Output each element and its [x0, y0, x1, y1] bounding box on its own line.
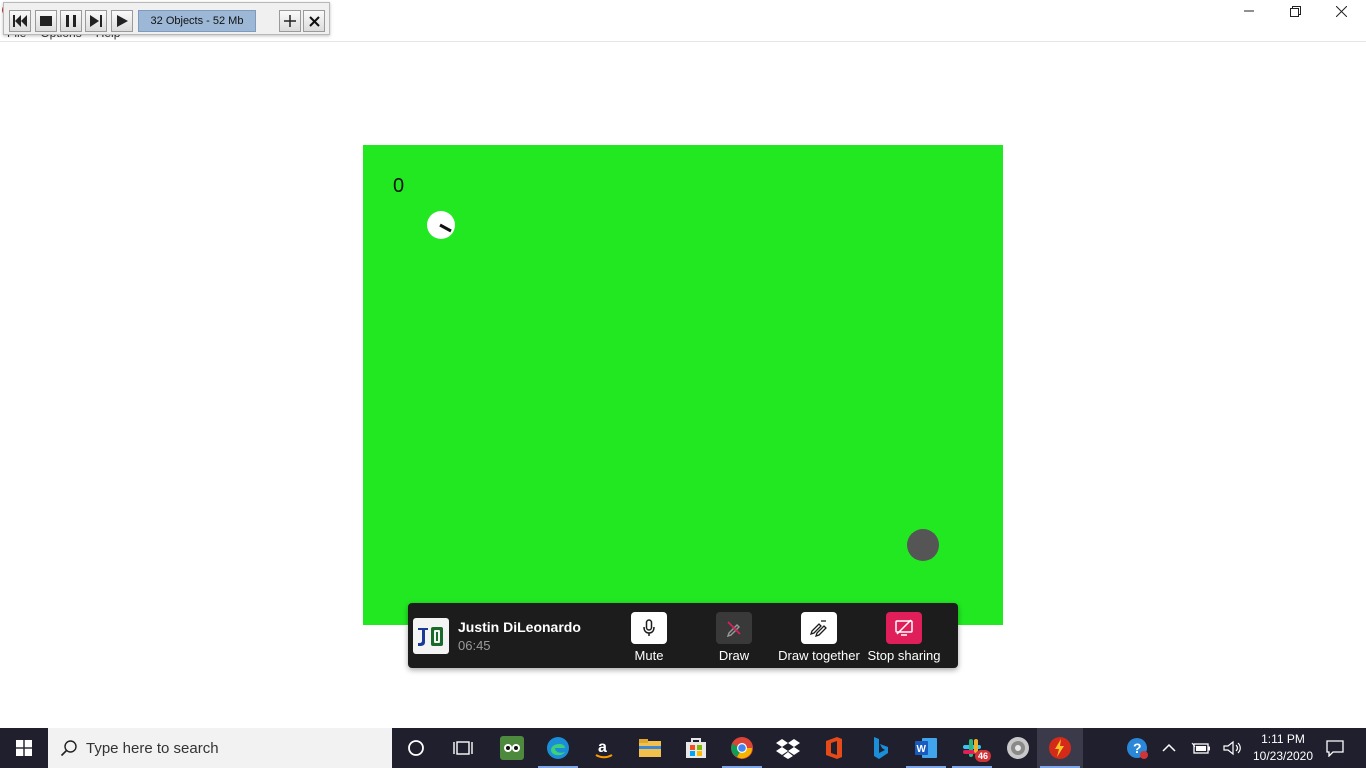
edge-button[interactable]	[535, 728, 581, 768]
player-icon	[427, 211, 455, 239]
microphone-icon	[643, 619, 655, 636]
show-hidden-icons-button[interactable]	[1156, 728, 1182, 768]
tripadvisor-icon	[500, 736, 524, 760]
user-logo-icon	[418, 627, 443, 646]
skip-to-start-button[interactable]	[9, 10, 31, 32]
chrome-icon	[731, 737, 753, 759]
clock-date: 10/23/2020	[1252, 749, 1314, 763]
volume-button[interactable]	[1218, 728, 1248, 768]
app-window: File Options Help 32 Objects - 52	[0, 0, 1366, 728]
taskbar-clock[interactable]: 1:11 PM 10/23/2020	[1252, 731, 1314, 765]
stop-sharing-icon-wrap	[886, 612, 922, 644]
chevron-up-icon	[1162, 743, 1176, 752]
draw-together-button[interactable]: Draw together	[774, 612, 864, 666]
file-explorer-button[interactable]	[627, 728, 673, 768]
start-button[interactable]	[0, 728, 48, 768]
dropbox-icon	[776, 739, 800, 759]
battery-button[interactable]	[1186, 728, 1216, 768]
task-view-button[interactable]	[440, 728, 486, 768]
file-explorer-icon	[639, 739, 661, 757]
recorder-close-button[interactable]	[303, 10, 325, 32]
mute-icon-wrap	[631, 612, 667, 644]
search-icon	[60, 740, 77, 757]
cortana-button[interactable]	[393, 728, 439, 768]
windows-logo-icon	[16, 740, 32, 756]
help-icon: ?	[1127, 738, 1148, 759]
pause-button[interactable]	[60, 10, 82, 32]
battery-icon	[1191, 742, 1210, 754]
draw-button[interactable]: Draw	[689, 612, 779, 666]
mute-label: Mute	[634, 648, 664, 663]
taskbar-search[interactable]	[48, 728, 392, 768]
store-icon	[686, 738, 706, 758]
pencil-off-icon	[726, 621, 741, 637]
minimize-button[interactable]	[1226, 0, 1272, 22]
office-button[interactable]	[811, 728, 857, 768]
amazon-button[interactable]: a	[581, 728, 627, 768]
avatar	[413, 618, 449, 654]
mute-button[interactable]: Mute	[604, 612, 694, 666]
restore-icon	[1289, 5, 1301, 17]
recorder-toolbar: 32 Objects - 52 Mb	[3, 2, 330, 35]
svg-text:a: a	[598, 739, 607, 756]
flash-app-button[interactable]	[1037, 728, 1083, 768]
add-button[interactable]	[279, 10, 301, 32]
action-center-button[interactable]	[1320, 728, 1350, 768]
search-input[interactable]	[86, 739, 366, 757]
draw-together-icon	[809, 620, 827, 637]
amazon-icon: a	[595, 739, 613, 759]
dropbox-button[interactable]	[765, 728, 811, 768]
bing-button[interactable]	[857, 728, 903, 768]
store-button[interactable]	[673, 728, 719, 768]
stop-icon	[40, 16, 52, 26]
task-view-icon	[453, 741, 473, 755]
stop-button[interactable]	[35, 10, 57, 32]
tripadvisor-button[interactable]	[489, 728, 535, 768]
play-button[interactable]	[111, 10, 133, 32]
presenter-name: Justin DiLeonardo	[458, 619, 581, 635]
screen-share-bar: Justin DiLeonardo 06:45 Mute Draw Draw t…	[408, 603, 958, 668]
disk-utility-button[interactable]	[995, 728, 1041, 768]
clock-time: 1:11 PM	[1261, 732, 1305, 746]
bing-icon	[874, 737, 888, 759]
disk-utility-icon	[1007, 737, 1029, 759]
volume-icon	[1223, 740, 1241, 756]
close-button[interactable]	[1318, 0, 1364, 22]
stop-sharing-button[interactable]: Stop sharing	[859, 612, 949, 666]
chrome-button[interactable]	[719, 728, 765, 768]
plus-icon	[284, 15, 296, 27]
help-tray-button[interactable]: ?	[1120, 728, 1154, 768]
screen-off-icon	[895, 619, 913, 636]
play-icon	[117, 15, 128, 27]
close-icon	[308, 15, 320, 27]
recorder-status: 32 Objects - 52 Mb	[138, 10, 256, 32]
skip-to-start-icon	[13, 15, 27, 27]
minimize-icon	[1244, 10, 1254, 12]
restore-button[interactable]	[1272, 0, 1318, 22]
taskbar: a W 46 ? 1:11 PM 10/23/2020	[0, 728, 1366, 768]
draw-icon-wrap	[716, 612, 752, 644]
slack-badge: 46	[974, 750, 991, 762]
share-timer: 06:45	[458, 638, 491, 653]
word-icon: W	[915, 738, 937, 758]
word-button[interactable]: W	[903, 728, 949, 768]
svg-text:W: W	[917, 744, 927, 755]
step-forward-button[interactable]	[85, 10, 107, 32]
draw-label: Draw	[718, 648, 750, 663]
notification-icon	[1326, 740, 1344, 757]
slack-button[interactable]: 46	[949, 728, 995, 768]
score-counter: 0	[393, 175, 405, 197]
step-forward-icon	[90, 15, 102, 27]
pause-icon	[66, 15, 76, 27]
cortana-icon	[408, 740, 424, 756]
stop-sharing-label: Stop sharing	[867, 648, 941, 663]
game-canvas[interactable]: 0	[363, 145, 1003, 625]
draw-together-icon-wrap	[801, 612, 837, 644]
draw-together-label: Draw together	[778, 648, 860, 663]
enemy-ball	[907, 529, 939, 561]
flash-app-icon	[1049, 737, 1071, 759]
edge-icon	[547, 737, 569, 759]
office-icon	[826, 737, 842, 759]
close-icon	[1335, 5, 1347, 17]
